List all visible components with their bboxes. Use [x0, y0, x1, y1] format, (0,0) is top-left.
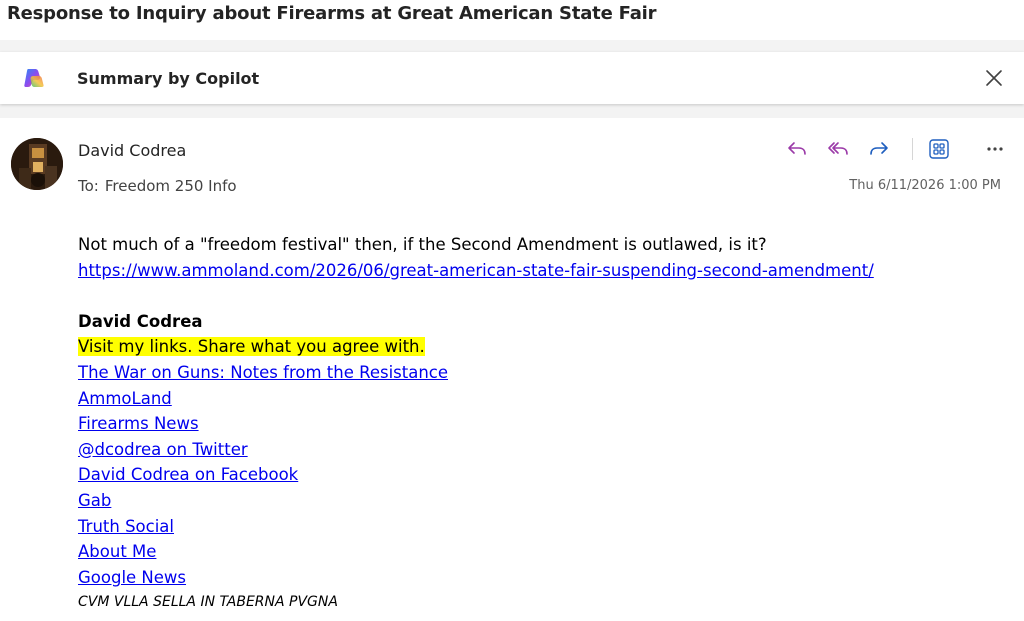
signature-motto: CVM VLLA SELLA IN TABERNA PVGNA [78, 594, 338, 611]
copilot-summary-title: Summary by Copilot [77, 69, 260, 88]
to-label: To: [78, 177, 99, 195]
toolbar-divider [912, 138, 913, 160]
link-war-on-guns[interactable]: The War on Guns: Notes from the Resistan… [78, 363, 448, 382]
body-question: Not much of a "freedom festival" then, i… [78, 235, 767, 254]
link-twitter[interactable]: @dcodrea on Twitter [78, 440, 248, 459]
article-link[interactable]: https://www.ammoland.com/2026/06/great-a… [78, 261, 874, 280]
copilot-logo-icon [24, 69, 44, 87]
signature-name: David Codrea [78, 311, 203, 331]
forward-icon[interactable] [867, 137, 891, 161]
subject-bar: Response to Inquiry about Firearms at Gr… [0, 0, 1024, 40]
reply-all-icon[interactable] [826, 137, 850, 161]
apps-icon[interactable] [927, 137, 951, 161]
message-subject: Response to Inquiry about Firearms at Gr… [7, 3, 657, 24]
recipient-line: To: Freedom 250 Info [78, 177, 237, 195]
message-body: Not much of a "freedom festival" then, i… [78, 232, 1008, 616]
avatar[interactable] [11, 138, 63, 190]
link-google-news[interactable]: Google News [78, 568, 186, 587]
signature-tagline: Visit my links. Share what you agree wit… [78, 337, 425, 357]
link-firearms-news[interactable]: Firearms News [78, 414, 199, 433]
link-gab[interactable]: Gab [78, 491, 111, 510]
link-facebook[interactable]: David Codrea on Facebook [78, 465, 298, 484]
copilot-summary-card[interactable]: Summary by Copilot [0, 52, 1024, 104]
reply-icon[interactable] [785, 137, 809, 161]
avatar-photo [11, 138, 63, 190]
link-ammoland[interactable]: AmmoLand [78, 389, 172, 408]
link-truth-social[interactable]: Truth Social [78, 517, 174, 536]
recipient-name[interactable]: Freedom 250 Info [105, 177, 237, 195]
message-timestamp: Thu 6/11/2026 1:00 PM [849, 178, 1001, 193]
sender-name[interactable]: David Codrea [78, 141, 186, 160]
more-icon[interactable] [983, 137, 1007, 161]
close-icon[interactable] [982, 66, 1006, 90]
link-about-me[interactable]: About Me [78, 542, 156, 561]
